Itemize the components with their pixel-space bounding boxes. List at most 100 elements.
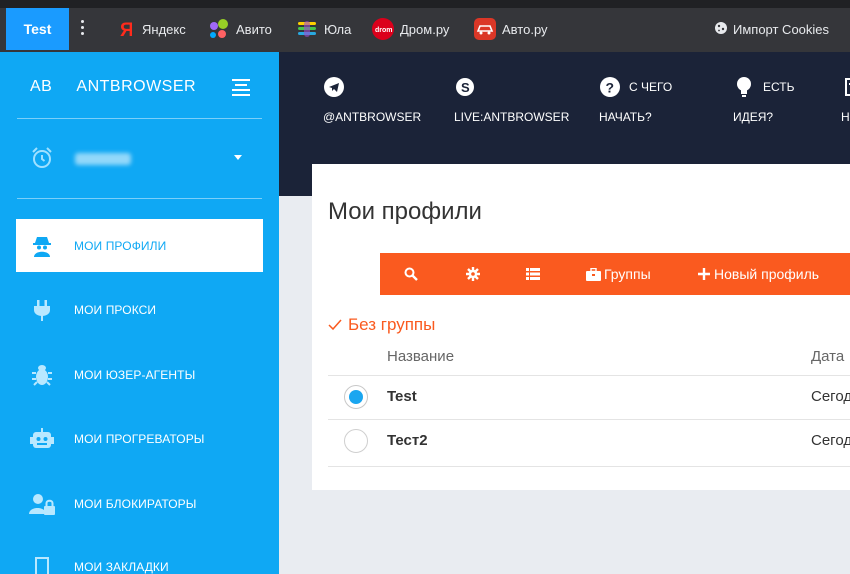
lightbulb-icon [733, 76, 755, 98]
bookmark-yandex[interactable]: Я Яндекс [114, 18, 186, 40]
sidebar-item-label: МОИ ПРОКСИ [74, 302, 157, 317]
header-link-label: НАЧАТЬ? [599, 110, 652, 124]
sidebar-item-profiles[interactable]: МОИ ПРОФИЛИ [16, 219, 263, 272]
user-lock-icon [28, 493, 56, 515]
new-profile-button[interactable]: Новый профиль [698, 253, 819, 295]
brand-short: AB [30, 78, 53, 95]
header-link-label: @ANTBROWSER [323, 110, 422, 124]
sidebar-item-label: МОИ ЗАКЛАДКИ [74, 559, 169, 574]
brand[interactable]: AB ANTBROWSER [30, 78, 196, 96]
sidebar-item-user-agents[interactable]: МОИ ЮЗЕР-АГЕНТЫ [16, 348, 263, 401]
header-link-label: Н [841, 110, 850, 124]
bookmark-label: Авито [236, 21, 272, 37]
plug-icon [28, 299, 56, 321]
header-link-news[interactable]: Н [841, 76, 850, 125]
svg-text:drom: drom [375, 27, 393, 34]
alarm-clock-icon [32, 147, 52, 168]
question-icon: ? [599, 76, 621, 98]
sidebar-item-label: МОИ ПРОГРЕВАТОРЫ [74, 431, 205, 446]
check-icon [328, 319, 342, 331]
search-icon [404, 267, 418, 281]
header-link-skype[interactable]: S LIVE:ANTBROWSER [454, 76, 569, 125]
svg-text:?: ? [606, 80, 615, 96]
new-profile-label: Новый профиль [714, 266, 820, 282]
sidebar-divider [17, 198, 262, 199]
profile-name: Тест2 [387, 432, 428, 449]
drom-icon: drom [372, 18, 394, 40]
bookmark-drom[interactable]: drom Дром.ру [372, 18, 449, 40]
gear-icon [466, 267, 480, 281]
import-cookies-button[interactable]: Импорт Cookies [714, 18, 829, 40]
bookmark-label: Яндекс [142, 21, 186, 37]
avito-icon [208, 18, 230, 40]
page-title: Мои профили [328, 198, 482, 225]
settings-button[interactable] [466, 253, 480, 295]
user-selector[interactable] [30, 146, 250, 172]
robot-icon [28, 427, 56, 450]
telegram-icon [323, 76, 345, 98]
news-icon [841, 76, 850, 98]
bookmark-label: Юла [324, 21, 352, 37]
bookmark-autoru[interactable]: Авто.ру [474, 18, 548, 40]
groups-label: Группы [604, 266, 651, 282]
bookmark-label: Авто.ру [502, 21, 548, 37]
row-select-radio[interactable] [344, 429, 368, 453]
sidebar-item-label: МОИ ЮЗЕР-АГЕНТЫ [74, 367, 196, 382]
profiles-card: Мои профили Группы Новый профиль Без гру… [312, 164, 850, 490]
svg-text:Я: Я [120, 20, 132, 39]
user-name-blurred [75, 153, 131, 165]
chevron-down-icon [234, 155, 242, 160]
cookie-icon [714, 21, 728, 38]
header-link-label: ИДЕЯ? [733, 110, 774, 124]
yandex-icon: Я [114, 18, 136, 40]
list-icon [526, 268, 540, 280]
plus-icon [698, 268, 710, 280]
menu-toggle-icon[interactable] [232, 79, 250, 96]
list-view-button[interactable] [526, 253, 540, 295]
column-header-date[interactable]: Дата [811, 348, 844, 365]
bookmark-icon [28, 556, 56, 574]
groups-button[interactable]: Группы [586, 253, 651, 295]
bookmark-label: Дром.ру [400, 21, 450, 37]
sidebar: AB ANTBROWSER МОИ ПРОФИЛИ МОИ ПРОКСИ МОИ… [0, 52, 279, 574]
row-select-radio[interactable] [344, 385, 368, 409]
sidebar-item-blockers[interactable]: МОИ БЛОКИРАТОРЫ [16, 477, 263, 530]
svg-text:S: S [461, 80, 470, 95]
bug-icon [28, 364, 56, 386]
header-link-label: LIVE:ANTBROWSER [454, 110, 570, 124]
profiles-toolbar: Группы Новый профиль [380, 253, 850, 295]
bookmark-avito[interactable]: Авито [208, 18, 272, 40]
header-link-label-top: С ЧЕГО [629, 79, 673, 94]
table-divider [328, 466, 850, 467]
column-header-name[interactable]: Название [387, 348, 454, 365]
search-button[interactable] [404, 253, 418, 295]
sidebar-item-label: МОИ БЛОКИРАТОРЫ [74, 496, 197, 511]
tab-test[interactable]: Test [6, 8, 69, 50]
header-link-idea[interactable]: ЕСТЬ ИДЕЯ? [733, 76, 794, 125]
header-link-start[interactable]: ? С ЧЕГО НАЧАТЬ? [599, 76, 672, 125]
header-link-telegram[interactable]: @ANTBROWSER [323, 76, 421, 125]
group-header[interactable]: Без группы [328, 315, 435, 335]
skype-icon: S [454, 76, 476, 98]
tab-strip [0, 0, 850, 8]
import-cookies-label: Импорт Cookies [733, 21, 830, 37]
sidebar-divider [17, 118, 262, 119]
sidebar-item-label: МОИ ПРОФИЛИ [74, 238, 167, 253]
autoru-icon [474, 18, 496, 40]
sidebar-item-proxies[interactable]: МОИ ПРОКСИ [16, 283, 263, 336]
header-link-label-top: ЕСТЬ [763, 79, 795, 94]
table-row[interactable]: Тест2 Сегод [328, 419, 850, 463]
more-menu-icon[interactable] [78, 20, 86, 38]
briefcase-icon [586, 267, 601, 281]
bookmark-youla[interactable]: Юла [296, 18, 351, 40]
brand-name: ANTBROWSER [76, 78, 197, 95]
sidebar-item-warmers[interactable]: МОИ ПРОГРЕВАТОРЫ [16, 412, 263, 465]
spy-icon [28, 235, 56, 257]
profile-date: Сегод [811, 388, 850, 405]
profile-date: Сегод [811, 432, 850, 449]
youla-icon [296, 18, 318, 40]
sidebar-item-bookmarks[interactable]: МОИ ЗАКЛАДКИ [16, 540, 263, 574]
bookmarks-bar: Test Я Яндекс Авито Юла drom Дром.ру Авт… [0, 0, 850, 52]
table-row[interactable]: Test Сегод [328, 375, 850, 419]
group-name: Без группы [348, 315, 436, 334]
